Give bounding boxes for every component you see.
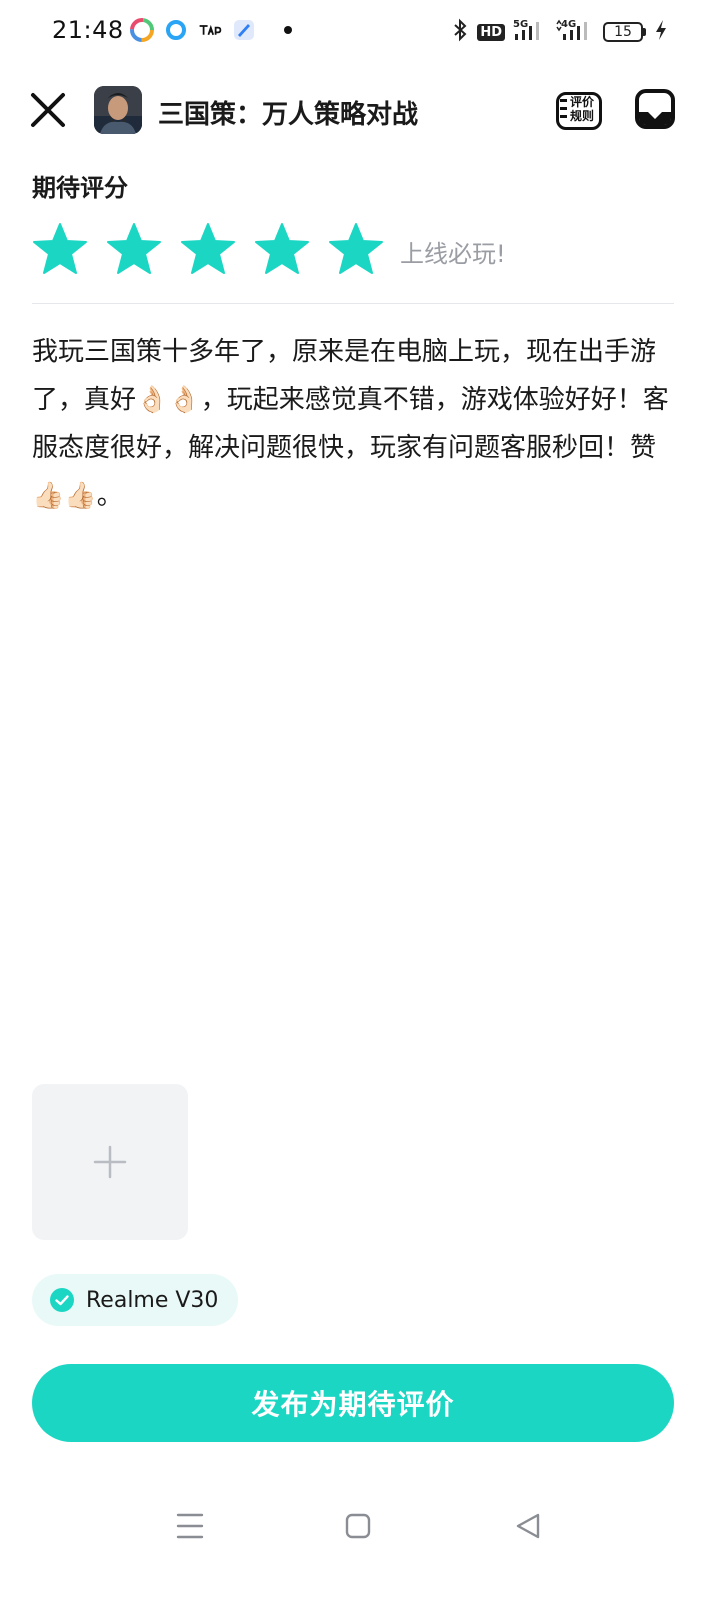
close-button[interactable]: [28, 90, 68, 130]
chat-button[interactable]: [634, 88, 676, 130]
plus-icon: [93, 1145, 127, 1179]
game-avatar: [94, 86, 142, 134]
rules-label-line1: 评价: [570, 95, 595, 109]
tap-app-icon: [198, 18, 222, 42]
game-title: 三国策：万人策略对战: [158, 100, 419, 130]
signal-5g-icon: 5G: [513, 18, 547, 46]
rules-label-line2: 规则: [570, 109, 595, 123]
home-button[interactable]: [340, 1508, 376, 1544]
publish-button[interactable]: 发布为期待评价: [32, 1364, 674, 1442]
more-notifications-dot: [284, 26, 292, 34]
review-rules-button[interactable]: 评价 规则: [556, 90, 604, 132]
hd-voice-badge: HD: [477, 23, 505, 41]
rules-list-icon: [560, 99, 567, 118]
close-icon: [31, 93, 65, 127]
device-label: Realme V30: [86, 1287, 219, 1313]
status-bar: 21:48 HD 5G 4G 15: [0, 0, 720, 64]
star-icon[interactable]: [106, 222, 162, 276]
signal-4g-icon: 4G: [555, 18, 595, 46]
battery-level: 15: [603, 22, 643, 42]
check-circle-icon: [50, 1288, 74, 1312]
review-text-input[interactable]: 我玩三国策十多年了，原来是在电脑上玩，现在出手游了，真好👌🏻👌🏻，玩起来感觉真不…: [32, 328, 680, 520]
chat-icon: [635, 89, 675, 129]
rating-caption: 上线必玩!: [400, 240, 506, 268]
home-icon: [345, 1513, 371, 1539]
back-button[interactable]: [510, 1508, 546, 1544]
charging-icon: [654, 18, 668, 46]
colorful-app-icon: [130, 18, 154, 42]
svg-text:5G: 5G: [513, 19, 528, 30]
notification-icons: [130, 18, 292, 42]
system-status-icons: HD 5G 4G 15: [451, 18, 668, 46]
star-icon[interactable]: [180, 222, 236, 276]
star-rating[interactable]: [32, 222, 384, 276]
ring-app-icon: [164, 18, 188, 42]
blue-app-icon: [232, 18, 256, 42]
publish-button-label: 发布为期待评价: [251, 1388, 455, 1421]
battery-indicator: 15: [603, 22, 646, 42]
battery-tip: [643, 28, 646, 36]
rating-section-label: 期待评分: [32, 174, 128, 202]
rules-label: 评价 规则: [570, 95, 594, 123]
back-icon: [516, 1513, 540, 1539]
status-time: 21:48: [52, 16, 124, 44]
menu-icon: [176, 1513, 204, 1539]
header: 三国策：万人策略对战 评价 规则: [0, 76, 720, 144]
add-image-button[interactable]: [32, 1084, 188, 1240]
star-icon[interactable]: [254, 222, 310, 276]
star-icon[interactable]: [32, 222, 88, 276]
device-tag[interactable]: Realme V30: [32, 1274, 239, 1326]
star-icon[interactable]: [328, 222, 384, 276]
divider: [32, 303, 674, 304]
review-screen: 21:48 HD 5G 4G 15 三国策：万人策略对战 评价 规则 期待评分 …: [0, 0, 720, 1600]
svg-text:4G: 4G: [561, 19, 576, 30]
bluetooth-icon: [451, 18, 469, 46]
system-nav-bar: [0, 1496, 720, 1556]
recent-apps-button[interactable]: [172, 1508, 208, 1544]
